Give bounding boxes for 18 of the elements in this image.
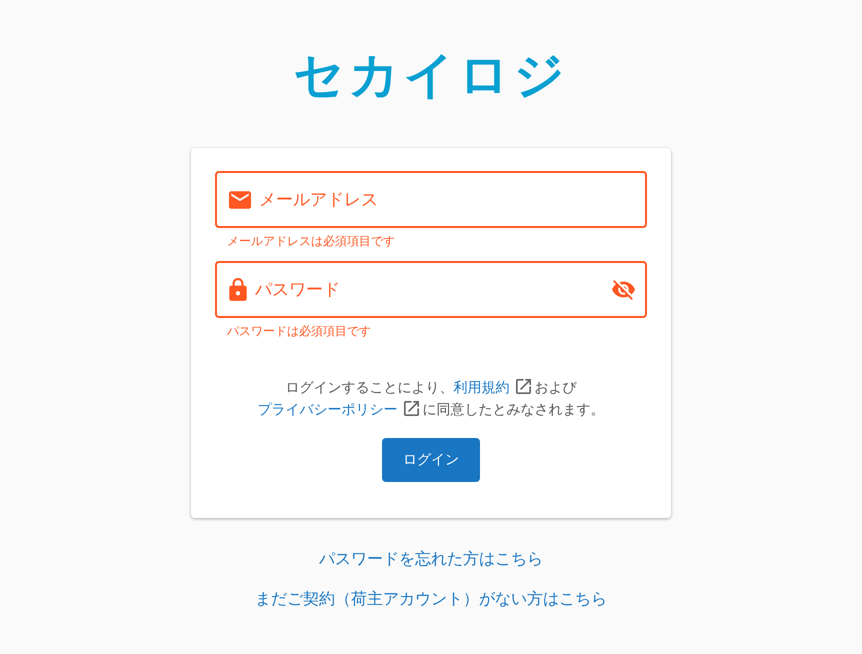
link[interactable]: パスワードを忘れた方はこちら bbox=[319, 549, 543, 570]
email-input[interactable]: メールアドレス bbox=[257, 188, 635, 210]
eye-off-icon[interactable] bbox=[612, 279, 635, 300]
link[interactable]: 利用規約 bbox=[454, 380, 510, 396]
external-link-icon bbox=[404, 401, 418, 416]
login-button[interactable]: ログイン bbox=[382, 438, 480, 482]
external-link-icon bbox=[516, 379, 530, 394]
mail-icon bbox=[229, 190, 251, 208]
link[interactable]: まだご契約（荷主アカウント）がない方はこちら bbox=[255, 589, 607, 610]
error-message: パスワードは必須項目です bbox=[227, 323, 371, 340]
lock-icon bbox=[229, 278, 247, 302]
terms-notice: ログインすることにより、利用規約 および プライバシーポリシー に同意したとみなされます。 bbox=[258, 378, 604, 420]
error-message: メールアドレスは必須項目です bbox=[227, 233, 395, 250]
logo: セカイロジ bbox=[294, 44, 568, 106]
password-input[interactable]: パスワード bbox=[253, 278, 606, 300]
password-field[interactable]: パスワード bbox=[215, 261, 647, 318]
link[interactable]: プライバシーポリシー bbox=[258, 402, 398, 418]
email-field[interactable]: メールアドレス bbox=[215, 171, 647, 228]
